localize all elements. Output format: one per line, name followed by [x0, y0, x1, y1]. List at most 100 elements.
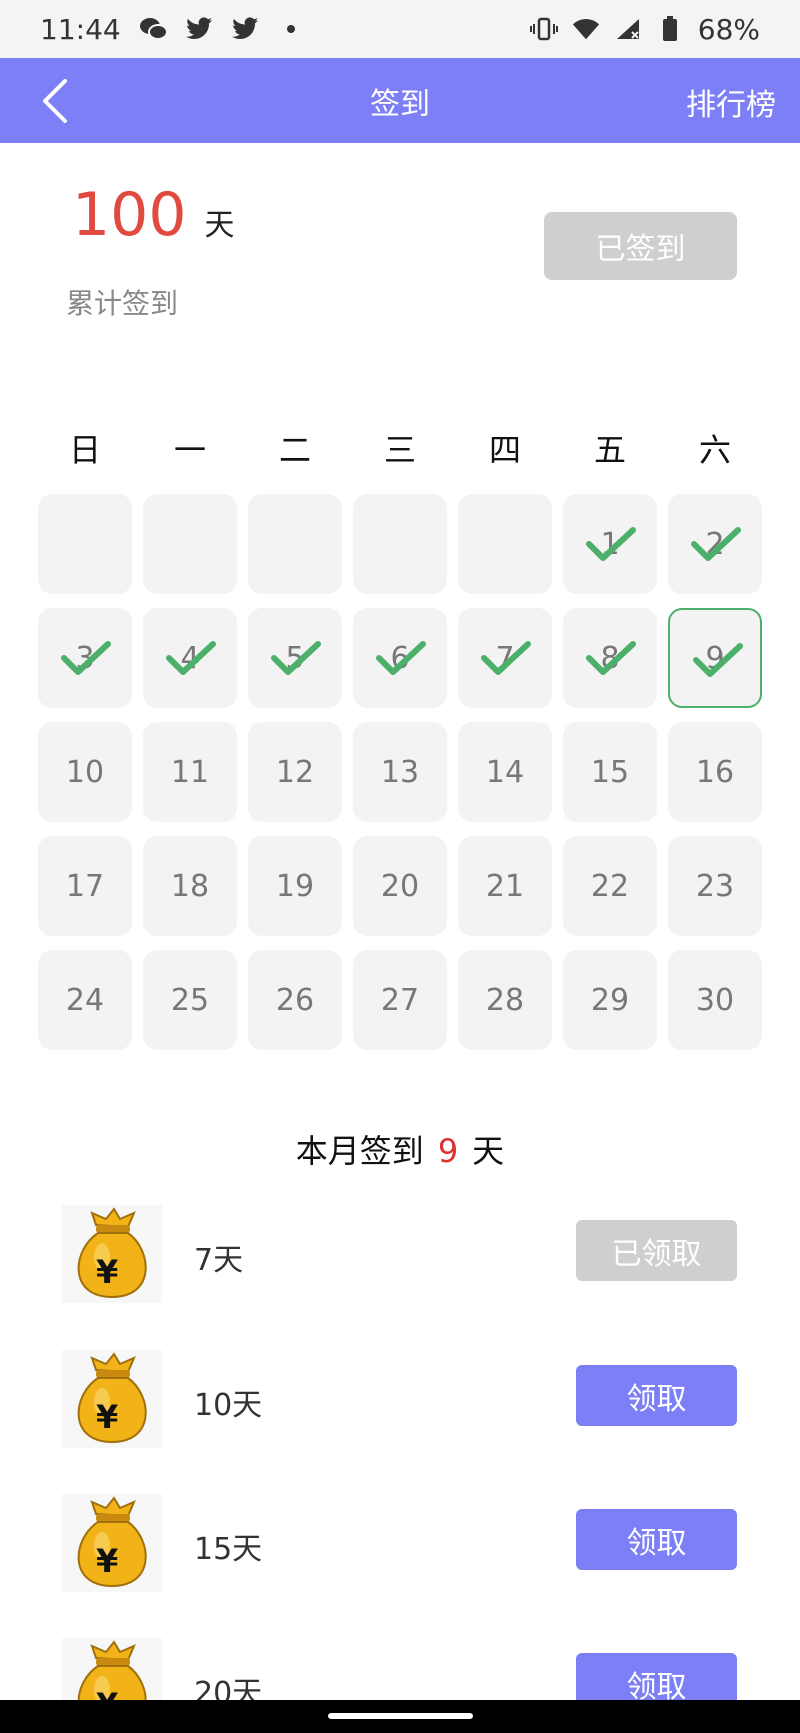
calendar-day[interactable]: 1	[563, 494, 657, 594]
calendar-day-number: 29	[590, 982, 630, 1018]
calendar-day[interactable]: 30	[668, 950, 762, 1050]
calendar-day[interactable]: 5	[248, 608, 342, 708]
ranking-button[interactable]: 排行榜	[686, 80, 776, 124]
calendar-day-number: 20	[380, 868, 420, 904]
checkmark-icon	[586, 641, 636, 675]
svg-text:¥: ¥	[96, 1253, 118, 1291]
calendar-empty-cell	[248, 494, 342, 594]
weekday-label: 五	[593, 431, 626, 469]
calendar-day-number: 18	[170, 868, 210, 904]
calendar-day[interactable]: 27	[353, 950, 447, 1050]
reward-threshold: 10天	[194, 1388, 263, 1423]
calendar-day[interactable]: 11	[143, 722, 237, 822]
money-bag-icon: ¥	[62, 1494, 162, 1592]
calendar-day-number: 27	[380, 982, 420, 1018]
back-button[interactable]	[40, 76, 90, 126]
battery-icon	[656, 15, 684, 43]
calendar-day[interactable]: 18	[143, 836, 237, 936]
calendar-empty-cell	[458, 494, 552, 594]
total-days: 100 天	[72, 180, 235, 250]
calendar-day-number: 12	[275, 754, 315, 790]
checkmark-icon	[693, 643, 743, 677]
calendar-day-number: 30	[695, 982, 735, 1018]
calendar-day[interactable]: 25	[143, 950, 237, 1050]
weekday-header: 日一二三四五六	[38, 425, 764, 471]
claim-button[interactable]: 领取	[576, 1365, 737, 1426]
calendar-day[interactable]: 22	[563, 836, 657, 936]
money-bag-icon: ¥	[62, 1205, 162, 1303]
month-summary: 本月签到 9 天	[0, 1126, 800, 1172]
calendar-day[interactable]: 10	[38, 722, 132, 822]
status-bar: 11:44 68%	[0, 0, 800, 58]
calendar-grid: 1 2 3 4 5 6 7 8 9 10 11 12 13 14 15 16 17 18 19 20 21 22 23 24 2…	[38, 494, 764, 1050]
svg-text:¥: ¥	[96, 1398, 118, 1436]
calendar-day[interactable]: 19	[248, 836, 342, 936]
calendar-day-number: 24	[65, 982, 105, 1018]
reward-threshold: 7天	[194, 1243, 244, 1278]
claim-button[interactable]: 领取	[576, 1509, 737, 1570]
calendar-day-number: 11	[170, 754, 210, 790]
calendar-day[interactable]: 20	[353, 836, 447, 936]
calendar-day-number: 16	[695, 754, 735, 790]
home-gesture-handle[interactable]	[328, 1713, 473, 1719]
money-bag-icon: ¥	[62, 1350, 162, 1448]
reward-row: ¥15天 领取	[0, 1494, 800, 1594]
chevron-left-icon	[43, 79, 67, 123]
reward-row: ¥7天 已领取	[0, 1205, 800, 1305]
calendar-day-today[interactable]: 9	[668, 608, 762, 708]
calendar-day[interactable]: 7	[458, 608, 552, 708]
calendar-day[interactable]: 17	[38, 836, 132, 936]
weekday-label: 二	[278, 431, 311, 469]
checkmark-icon	[691, 527, 741, 561]
calendar-day[interactable]: 8	[563, 608, 657, 708]
calendar-day-number: 21	[485, 868, 525, 904]
calendar-day-number: 10	[65, 754, 105, 790]
signed-in-button[interactable]: 已签到	[544, 212, 737, 280]
claimed-button[interactable]: 已领取	[576, 1220, 737, 1281]
total-days-label: 累计签到	[66, 287, 179, 320]
status-time: 11:44	[40, 12, 121, 46]
checkmark-icon	[586, 527, 636, 561]
calendar-day[interactable]: 23	[668, 836, 762, 936]
dot-icon	[277, 15, 305, 43]
calendar-day[interactable]: 21	[458, 836, 552, 936]
total-days-value: 100	[72, 180, 187, 250]
calendar-day[interactable]: 4	[143, 608, 237, 708]
svg-text:¥: ¥	[96, 1542, 118, 1580]
battery-percent: 68%	[697, 12, 760, 46]
wechat-icon	[139, 15, 167, 43]
calendar-day[interactable]: 3	[38, 608, 132, 708]
calendar-day-number: 15	[590, 754, 630, 790]
reward-row: ¥10天 领取	[0, 1350, 800, 1450]
calendar-empty-cell	[143, 494, 237, 594]
calendar-day[interactable]: 6	[353, 608, 447, 708]
checkmark-icon	[166, 641, 216, 675]
navigation-bar	[0, 1700, 800, 1733]
calendar-day[interactable]: 28	[458, 950, 552, 1050]
calendar-day[interactable]: 24	[38, 950, 132, 1050]
weekday-label: 四	[488, 431, 521, 469]
calendar-day[interactable]: 26	[248, 950, 342, 1050]
month-summary-suffix: 天	[472, 1132, 505, 1170]
calendar-day[interactable]: 15	[563, 722, 657, 822]
calendar-day-number: 23	[695, 868, 735, 904]
calendar-day-number: 17	[65, 868, 105, 904]
calendar-day[interactable]: 13	[353, 722, 447, 822]
page-title: 签到	[370, 86, 430, 122]
calendar-day-number: 26	[275, 982, 315, 1018]
title-bar: 签到 排行榜	[0, 58, 800, 143]
calendar-day-number: 13	[380, 754, 420, 790]
signal-icon	[614, 15, 642, 43]
calendar-day[interactable]: 2	[668, 494, 762, 594]
calendar-day[interactable]: 12	[248, 722, 342, 822]
calendar-day[interactable]: 14	[458, 722, 552, 822]
calendar-day[interactable]: 16	[668, 722, 762, 822]
twitter-icon	[231, 15, 259, 43]
calendar-day[interactable]: 29	[563, 950, 657, 1050]
vibrate-icon	[529, 15, 558, 43]
weekday-label: 三	[383, 431, 416, 469]
weekday-label: 一	[173, 431, 206, 469]
reward-threshold: 15天	[194, 1532, 263, 1567]
twitter-icon	[185, 15, 213, 43]
calendar-day-number: 28	[485, 982, 525, 1018]
